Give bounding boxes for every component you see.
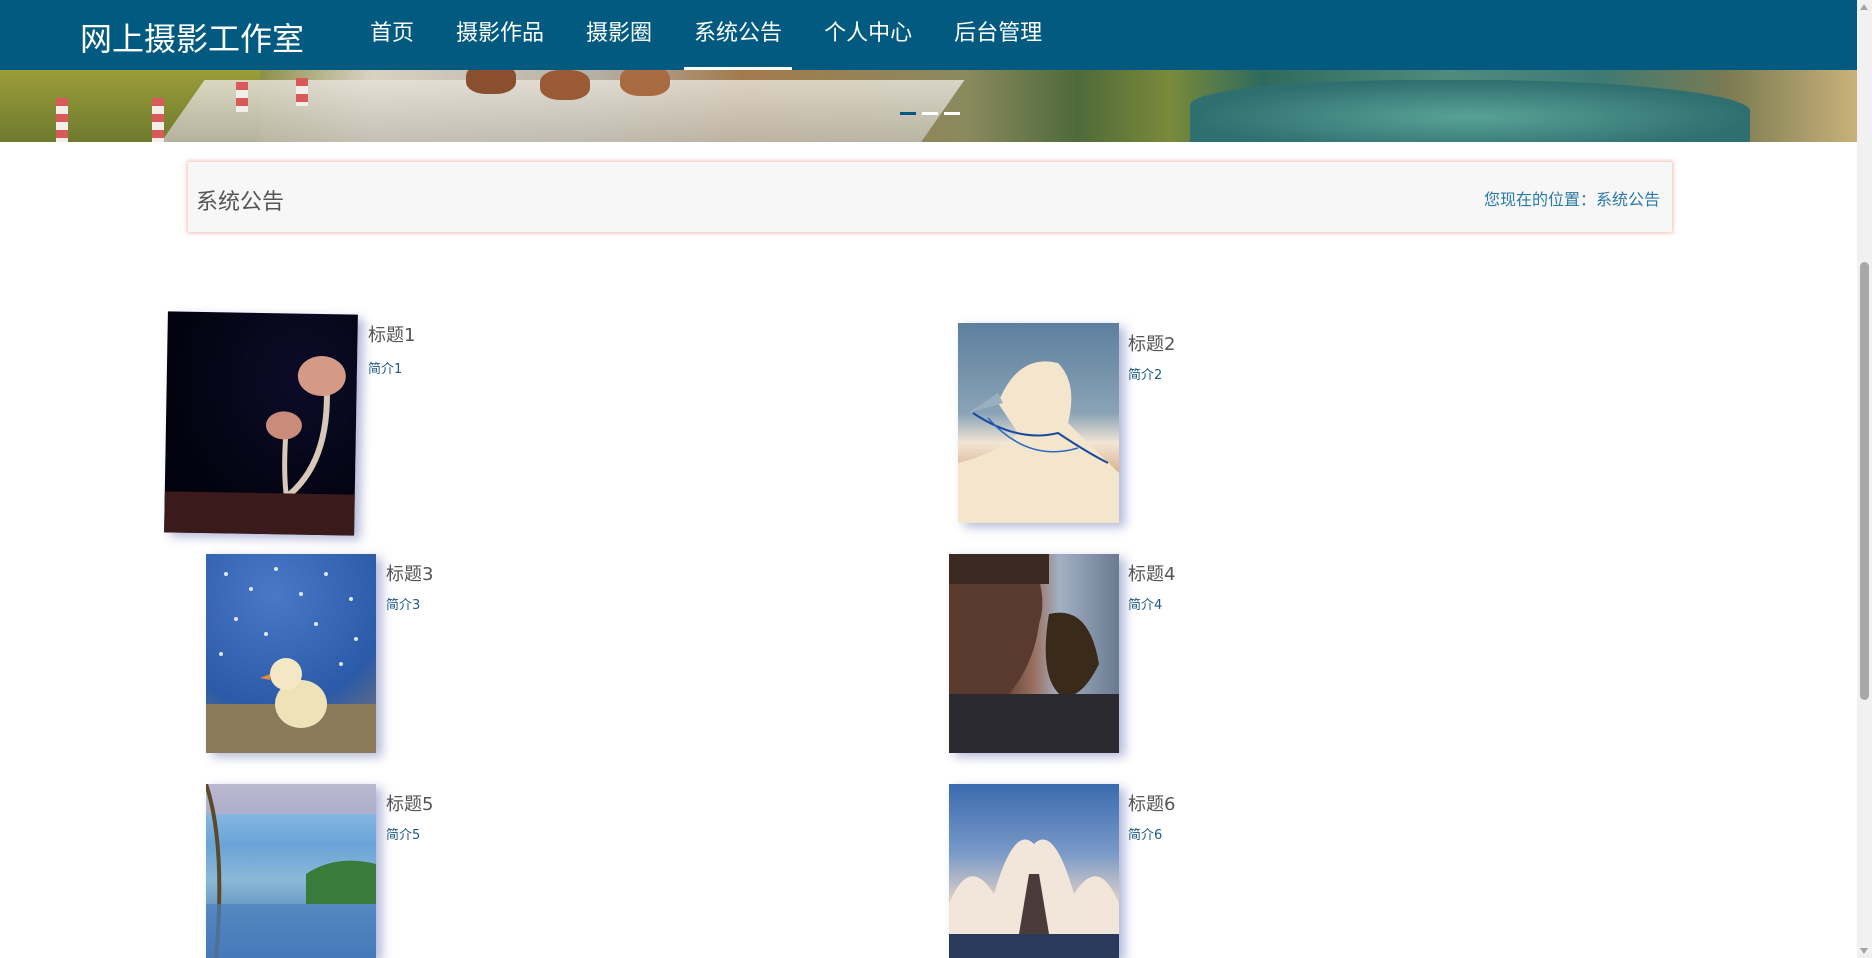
banner-lake bbox=[1190, 80, 1750, 142]
notice-title[interactable]: 标题4 bbox=[1128, 560, 1175, 586]
notice-title[interactable]: 标题3 bbox=[386, 560, 433, 586]
nav-item-works[interactable]: 摄影作品 bbox=[446, 0, 554, 70]
main-nav: 首页 摄影作品 摄影圈 系统公告 个人中心 后台管理 bbox=[360, 0, 1074, 70]
banner-cow bbox=[466, 70, 516, 94]
notice-image-chick[interactable] bbox=[206, 554, 376, 753]
notice-summary: 简介6 bbox=[1128, 828, 1163, 843]
mushroom-illustration bbox=[164, 356, 355, 536]
notice-image-mushroom[interactable] bbox=[164, 311, 358, 536]
carousel-dot[interactable] bbox=[944, 112, 960, 115]
banner-post bbox=[236, 82, 248, 112]
carousel-dot[interactable] bbox=[922, 112, 938, 115]
nav-item-personal-center[interactable]: 个人中心 bbox=[814, 0, 922, 70]
scroll-down-arrow-icon[interactable] bbox=[1860, 948, 1868, 954]
banner-post bbox=[56, 98, 68, 142]
breadcrumb-prefix: 您现在的位置： bbox=[1483, 190, 1596, 209]
lake-illustration bbox=[206, 784, 376, 958]
breadcrumb-current[interactable]: 系统公告 bbox=[1596, 190, 1660, 209]
notice-summary: 简介5 bbox=[386, 828, 421, 843]
notice-title[interactable]: 标题2 bbox=[1128, 330, 1175, 356]
nav-item-circle[interactable]: 摄影圈 bbox=[576, 0, 662, 70]
page-scrollbar[interactable] bbox=[1857, 0, 1872, 958]
banner-post bbox=[152, 98, 164, 142]
notice-title[interactable]: 标题5 bbox=[386, 790, 433, 816]
top-navbar: 网上摄影工作室 首页 摄影作品 摄影圈 系统公告 个人中心 后台管理 bbox=[0, 0, 1857, 70]
notice-image-falconer[interactable] bbox=[949, 554, 1119, 753]
notice-summary: 简介1 bbox=[368, 362, 403, 377]
notice-summary: 简介3 bbox=[386, 598, 421, 613]
notice-image-building[interactable] bbox=[949, 784, 1119, 958]
carousel-dot[interactable] bbox=[900, 112, 916, 115]
carousel-indicators bbox=[900, 112, 960, 115]
banner-cow bbox=[540, 70, 590, 100]
scroll-thumb[interactable] bbox=[1860, 262, 1869, 700]
notice-image-gannet[interactable] bbox=[958, 323, 1119, 523]
nav-item-announcements[interactable]: 系统公告 bbox=[684, 0, 793, 70]
scroll-up-arrow-icon[interactable] bbox=[1860, 4, 1868, 10]
banner-cow bbox=[620, 70, 670, 96]
notice-title[interactable]: 标题6 bbox=[1128, 790, 1175, 816]
breadcrumb: 您现在的位置：系统公告 bbox=[1484, 186, 1660, 210]
section-header: 系统公告 您现在的位置：系统公告 bbox=[188, 162, 1672, 232]
site-logo-title[interactable]: 网上摄影工作室 bbox=[80, 14, 304, 60]
nav-item-home[interactable]: 首页 bbox=[360, 0, 424, 70]
chick-illustration bbox=[206, 567, 376, 753]
notice-summary: 简介2 bbox=[1128, 368, 1163, 383]
banner-post bbox=[296, 78, 308, 106]
nav-item-admin[interactable]: 后台管理 bbox=[944, 0, 1052, 70]
gannet-illustration bbox=[958, 361, 1119, 523]
page-title: 系统公告 bbox=[196, 190, 285, 215]
building-illustration bbox=[949, 839, 1119, 958]
notice-image-lake[interactable] bbox=[206, 784, 376, 958]
notice-summary: 简介4 bbox=[1128, 598, 1163, 613]
falconer-illustration bbox=[949, 554, 1119, 753]
notice-title[interactable]: 标题1 bbox=[368, 321, 415, 347]
banner-carousel bbox=[0, 70, 1857, 142]
